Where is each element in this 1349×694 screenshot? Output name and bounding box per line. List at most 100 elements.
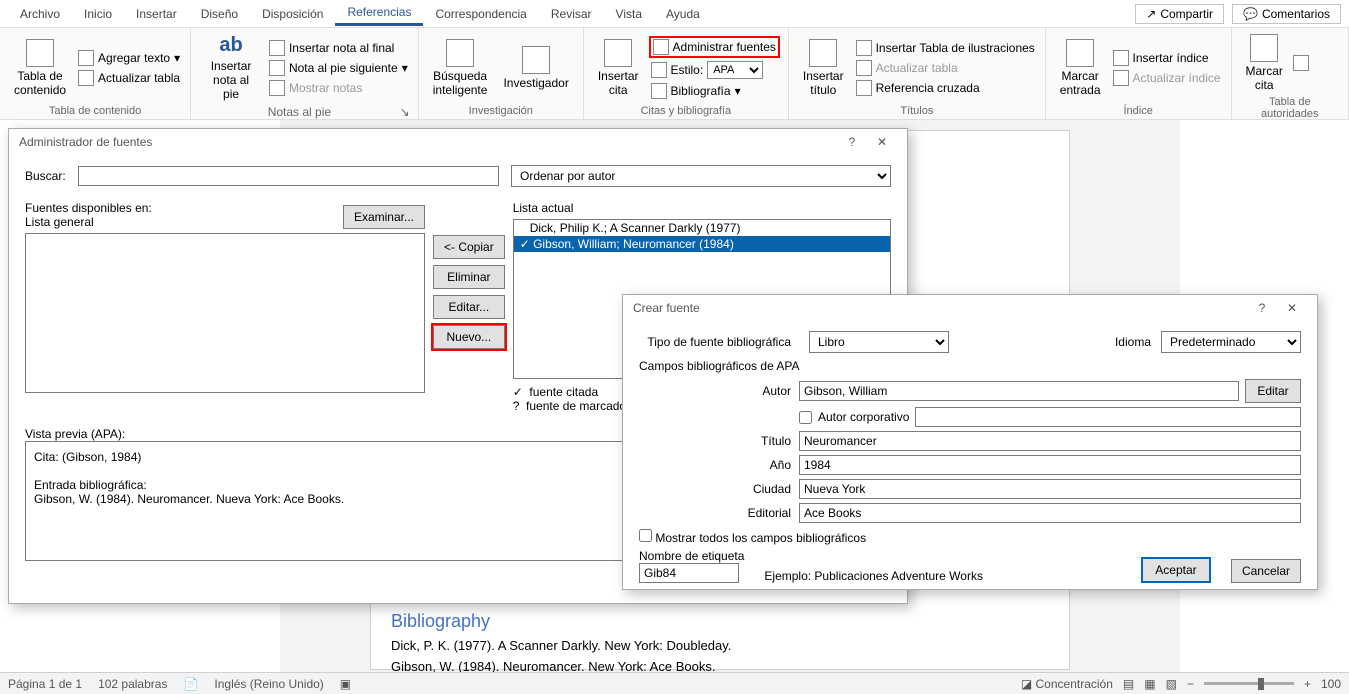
edit-author-button[interactable]: Editar: [1245, 379, 1301, 403]
zoom-level[interactable]: 100: [1321, 677, 1341, 691]
smart-lookup-button[interactable]: Búsqueda inteligente: [427, 32, 494, 103]
cross-reference-button[interactable]: Referencia cruzada: [854, 79, 1037, 97]
delete-button[interactable]: Eliminar: [433, 265, 505, 289]
search-label: Buscar:: [25, 169, 66, 183]
insert-footnote-button[interactable]: ab Insertar nota al pie: [199, 32, 263, 103]
bibliography-icon: [651, 83, 667, 99]
menu-disposicion[interactable]: Disposición: [250, 3, 335, 25]
insert-caption-button[interactable]: Insertar título: [797, 32, 850, 103]
menu-ayuda[interactable]: Ayuda: [654, 3, 712, 25]
show-all-fields-label: Mostrar todos los campos bibliográficos: [655, 531, 866, 545]
ab-icon: ab: [219, 34, 242, 57]
year-input[interactable]: [799, 455, 1301, 475]
menu-vista[interactable]: Vista: [604, 3, 654, 25]
publisher-label: Editorial: [639, 506, 799, 520]
group-citations-label: Citas y bibliografía: [592, 105, 780, 117]
author-input[interactable]: [799, 381, 1239, 401]
bibliography-button[interactable]: Bibliografía▾: [649, 82, 780, 100]
help-button[interactable]: ?: [1247, 301, 1277, 315]
update-index-button[interactable]: Actualizar índice: [1111, 69, 1223, 87]
new-button[interactable]: Nuevo...: [433, 325, 505, 349]
next-footnote-button[interactable]: Nota al pie siguiente▾: [267, 59, 410, 77]
copy-button[interactable]: <- Copiar: [433, 235, 505, 259]
language-select[interactable]: Predeterminado: [1161, 331, 1301, 353]
view-read-icon[interactable]: ▤: [1123, 677, 1134, 691]
close-button[interactable]: ✕: [1277, 301, 1307, 315]
corporate-author-label: Autor corporativo: [818, 410, 909, 424]
zoom-slider[interactable]: [1204, 682, 1294, 685]
sort-select[interactable]: Ordenar por autor: [511, 165, 891, 187]
title-label: Título: [639, 434, 799, 448]
focus-mode-button[interactable]: ◪ Concentración: [1021, 677, 1113, 691]
corporate-author-input[interactable]: [915, 407, 1301, 427]
insert-index-icon: [1113, 50, 1129, 66]
macro-icon[interactable]: ▣: [340, 677, 351, 691]
add-text-button[interactable]: Agregar texto▾: [76, 49, 182, 67]
corporate-author-checkbox[interactable]: [799, 411, 812, 424]
search-input[interactable]: [78, 166, 499, 186]
year-label: Año: [639, 458, 799, 472]
update-table-button[interactable]: Actualizar tabla: [854, 59, 1037, 77]
source-type-select[interactable]: Libro: [809, 331, 949, 353]
word-count[interactable]: 102 palabras: [98, 677, 167, 691]
menu-insertar[interactable]: Insertar: [124, 3, 189, 25]
current-list-label: Lista actual: [513, 201, 891, 215]
share-button[interactable]: ↗Compartir: [1135, 4, 1224, 24]
list-item[interactable]: Dick, Philip K.; A Scanner Darkly (1977): [514, 220, 890, 236]
comments-button[interactable]: 💬Comentarios: [1232, 4, 1341, 24]
publisher-input[interactable]: [799, 503, 1301, 523]
create-source-dialog: Crear fuente ? ✕ Tipo de fuente bibliogr…: [622, 294, 1318, 590]
table-figures-icon: [856, 40, 872, 56]
zoom-out-button[interactable]: −: [1187, 677, 1194, 691]
menu-diseno[interactable]: Diseño: [189, 3, 250, 25]
help-button[interactable]: ?: [837, 135, 867, 149]
authorities-icon: [1293, 55, 1309, 71]
menu-correspondencia[interactable]: Correspondencia: [423, 3, 538, 25]
insert-table-figures-button[interactable]: Insertar Tabla de ilustraciones: [854, 39, 1037, 57]
insert-citation-button[interactable]: Insertar cita: [592, 32, 645, 103]
city-input[interactable]: [799, 479, 1301, 499]
insert-endnote-button[interactable]: Insertar nota al final: [267, 39, 410, 57]
caption-icon: [809, 39, 837, 67]
style-select[interactable]: APA: [707, 61, 763, 79]
list-item[interactable]: ✓ Gibson, William; Neuromancer (1984): [514, 236, 890, 252]
manage-sources-button[interactable]: Administrar fuentes: [649, 36, 780, 58]
zoom-in-button[interactable]: +: [1304, 677, 1311, 691]
cancel-button[interactable]: Cancelar: [1231, 559, 1301, 583]
next-footnote-icon: [269, 60, 285, 76]
close-button[interactable]: ✕: [867, 135, 897, 149]
source-type-label: Tipo de fuente bibliográfica: [639, 335, 799, 349]
menu-archivo[interactable]: Archivo: [8, 3, 72, 25]
update-toc-button[interactable]: Actualizar tabla: [76, 69, 182, 87]
share-icon: ↗: [1146, 7, 1156, 21]
title-input[interactable]: [799, 431, 1301, 451]
spell-check-icon[interactable]: 📄: [183, 677, 198, 691]
ok-button[interactable]: Aceptar: [1141, 557, 1211, 583]
comment-icon: 💬: [1243, 7, 1258, 21]
show-all-fields-checkbox[interactable]: [639, 529, 652, 542]
language-status[interactable]: Inglés (Reino Unido): [214, 677, 323, 691]
menu-inicio[interactable]: Inicio: [72, 3, 124, 25]
master-list[interactable]: [25, 233, 425, 393]
example-label: Ejemplo: Publicaciones Adventure Works: [764, 569, 983, 583]
mark-citation-icon: [1250, 34, 1278, 62]
group-footnotes-label: Notas al pie ↘: [199, 105, 410, 119]
view-web-icon[interactable]: ▧: [1166, 677, 1177, 691]
edit-button[interactable]: Editar...: [433, 295, 505, 319]
menu-referencias[interactable]: Referencias: [335, 1, 423, 26]
mark-citation-button[interactable]: Marcar cita: [1240, 32, 1289, 94]
show-notes-button[interactable]: Mostrar notas: [267, 79, 410, 97]
mark-entry-button[interactable]: Marcar entrada: [1054, 32, 1107, 103]
page-status[interactable]: Página 1 de 1: [8, 677, 82, 691]
view-print-icon[interactable]: ▦: [1144, 677, 1155, 691]
tag-name-input[interactable]: [639, 563, 739, 583]
dialog-launcher-icon[interactable]: ↘: [400, 105, 410, 119]
toc-button[interactable]: Tabla de contenido: [8, 32, 72, 103]
menu-revisar[interactable]: Revisar: [539, 3, 604, 25]
researcher-button[interactable]: Investigador: [497, 32, 574, 103]
group-index-label: Índice: [1054, 105, 1223, 117]
insert-index-button[interactable]: Insertar índice: [1111, 49, 1223, 67]
browse-button[interactable]: Examinar...: [343, 205, 425, 229]
menu-bar: Archivo Inicio Insertar Diseño Disposici…: [0, 0, 1349, 28]
source-manager-title: Administrador de fuentes: [19, 135, 837, 149]
